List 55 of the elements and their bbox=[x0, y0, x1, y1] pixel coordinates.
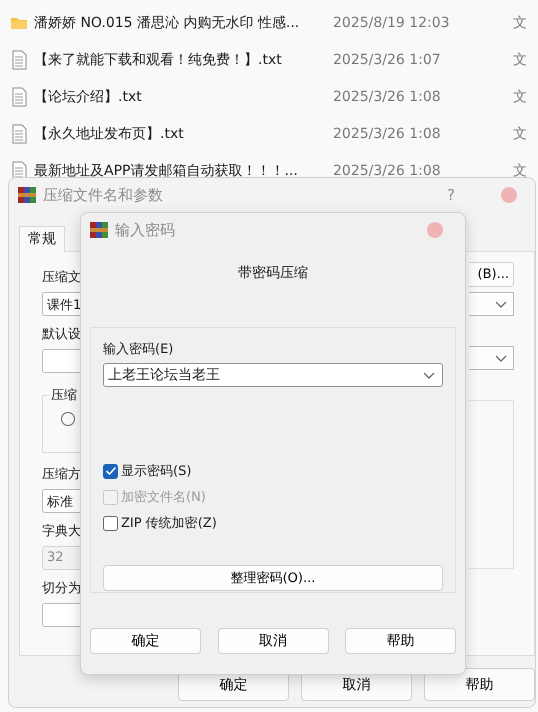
file-date: 2025/3/26 1:08 bbox=[333, 126, 441, 142]
field-label: 压缩方 bbox=[42, 467, 82, 483]
file-date: 2025/8/19 12:03 bbox=[333, 14, 450, 30]
checkbox[interactable] bbox=[103, 516, 118, 530]
dialog-button[interactable]: 帮助 bbox=[345, 628, 456, 654]
chevron-icon bbox=[423, 372, 435, 378]
file-name[interactable]: 【来了就能下载和观看！纯免费！】.txt bbox=[34, 50, 282, 68]
checkbox-label: 显示密码(S) bbox=[121, 463, 192, 480]
browse-button[interactable]: (B)... bbox=[469, 262, 514, 287]
tab[interactable]: 常规 bbox=[19, 226, 65, 252]
document-icon bbox=[10, 50, 28, 70]
window-title: 压缩文件名和参数 bbox=[43, 186, 163, 204]
file-type: 文 bbox=[513, 124, 527, 142]
file-type: 文 bbox=[513, 162, 527, 180]
field-label: 压缩文 bbox=[42, 270, 82, 286]
file-type: 文 bbox=[513, 14, 527, 32]
field-label: 切分为 bbox=[42, 581, 82, 597]
dialog-heading: 带密码压缩 bbox=[237, 264, 309, 282]
file-name[interactable]: 最新地址及APP请发邮箱自动获取！！！... bbox=[34, 162, 298, 180]
chevron-icon bbox=[495, 354, 507, 362]
file-type: 文 bbox=[513, 88, 527, 106]
close-button[interactable] bbox=[427, 222, 443, 238]
password-field[interactable]: 上老王论坛当老王 bbox=[103, 363, 443, 387]
input-field[interactable]: 标准 bbox=[42, 489, 82, 513]
file-name[interactable]: 潘娇娇 NO.015 潘思沁 内购无水印 性感... bbox=[34, 14, 300, 32]
checkbox[interactable] bbox=[103, 464, 118, 478]
file-date: 2025/3/26 1:08 bbox=[333, 162, 441, 178]
dropdown[interactable] bbox=[469, 292, 514, 316]
file-name[interactable]: 【论坛介绍】.txt bbox=[34, 88, 142, 106]
dialog-button[interactable]: 帮助 bbox=[424, 668, 535, 701]
field-label: 字典大 bbox=[42, 524, 82, 540]
input-field[interactable] bbox=[42, 603, 82, 627]
file-date: 2025/3/26 1:07 bbox=[333, 52, 441, 68]
checkmark-icon bbox=[104, 466, 116, 476]
close-button[interactable] bbox=[501, 187, 517, 203]
input-field[interactable]: 课件1 bbox=[42, 292, 82, 316]
books-icon bbox=[89, 221, 109, 239]
dropdown[interactable] bbox=[469, 346, 514, 370]
document-icon bbox=[10, 124, 28, 144]
checkbox-label: ZIP 传统加密(Z) bbox=[121, 515, 217, 532]
document-icon bbox=[10, 86, 28, 106]
radio-button[interactable] bbox=[61, 412, 75, 426]
file-name[interactable]: 【永久地址发布页】.txt bbox=[34, 124, 184, 142]
input-field[interactable] bbox=[42, 349, 82, 373]
organize-passwords-button[interactable]: 整理密码(O)... bbox=[103, 565, 443, 591]
field-label: 默认设 bbox=[42, 327, 82, 343]
checkbox-label: 加密文件名(N) bbox=[121, 489, 206, 506]
chevron-icon bbox=[495, 300, 507, 308]
dialog-button[interactable]: 取消 bbox=[218, 628, 328, 654]
file-date: 2025/3/26 1:08 bbox=[333, 88, 441, 104]
books-icon bbox=[17, 186, 37, 204]
window-title: 输入密码 bbox=[115, 220, 175, 240]
file-type: 文 bbox=[513, 50, 527, 68]
field-label: 输入密码(E) bbox=[103, 341, 174, 358]
dialog-button[interactable]: 确定 bbox=[90, 628, 201, 654]
